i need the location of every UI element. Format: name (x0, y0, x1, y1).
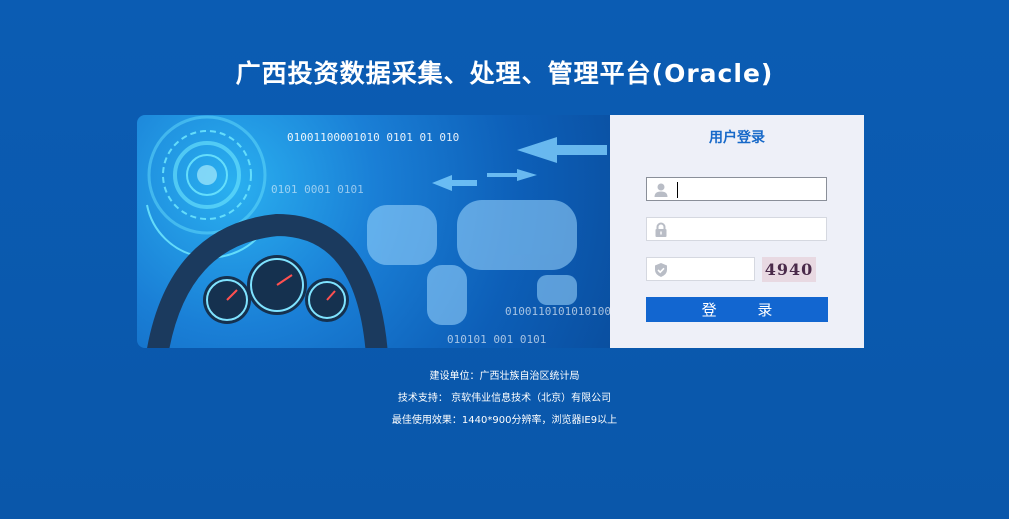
banner-binary-1: 01001100001010 0101 01 010 (287, 131, 459, 144)
lock-icon (653, 222, 669, 238)
user-icon (653, 182, 669, 198)
banner-illustration: 01001100001010 0101 01 010 0101 0001 010… (146, 115, 610, 348)
captcha-field[interactable] (646, 257, 755, 281)
login-page: 广西投资数据采集、处理、管理平台(Oracle) 01001100001010 … (0, 0, 1009, 519)
banner-binary-3: 0100110101010100 (505, 305, 610, 318)
footer-best-view: 最佳使用效果：1440*900分辨率，浏览器IE9以上 (391, 415, 618, 426)
username-input[interactable] (675, 180, 821, 198)
password-field[interactable] (646, 217, 827, 241)
text-caret (677, 182, 678, 198)
captcha-input[interactable] (675, 260, 751, 278)
login-button[interactable]: 登 录 (646, 297, 828, 322)
footer-builder: 建设单位：广西壮族自治区统计局 (429, 371, 580, 382)
footer-support: 技术支持： 京软伟业信息技术（北京）有限公司 (397, 393, 612, 404)
page-title: 广西投资数据采集、处理、管理平台(Oracle) (235, 59, 774, 88)
banner-image: 01001100001010 0101 01 010 0101 0001 010… (137, 115, 610, 348)
login-panel: 用户登录 4940 登 录 (610, 115, 864, 348)
banner-binary-4: 010101 001 0101 (447, 333, 546, 346)
captcha-image[interactable]: 4940 (762, 257, 816, 282)
password-input[interactable] (675, 220, 821, 238)
banner-binary-2: 0101 0001 0101 (271, 183, 364, 196)
shield-icon (653, 262, 669, 278)
login-title: 用户登录 (709, 130, 765, 146)
username-field[interactable] (646, 177, 827, 201)
